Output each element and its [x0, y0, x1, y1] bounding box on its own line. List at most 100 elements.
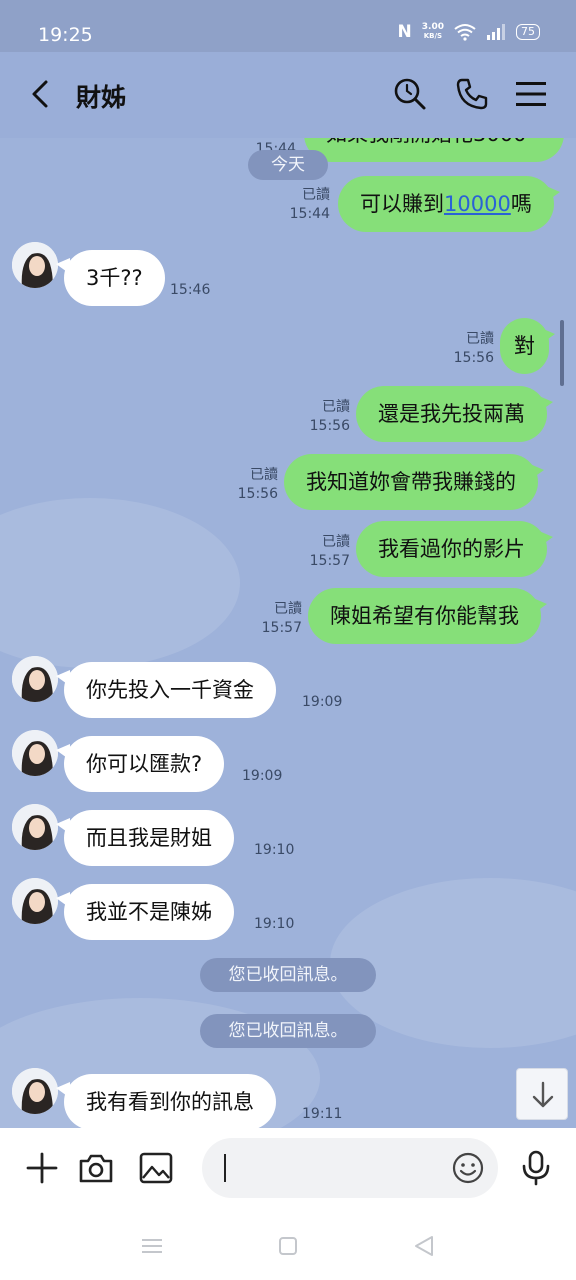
message-input-bar: [0, 1128, 576, 1210]
search-icon[interactable]: [392, 76, 428, 112]
message-text: 我看過你的影片: [378, 537, 525, 561]
battery-indicator: 75: [516, 24, 540, 40]
notice-text: 您已收回訊息。: [228, 965, 348, 985]
status-time: 19:25: [38, 24, 93, 46]
avatar[interactable]: [12, 656, 58, 702]
chat-area[interactable]: 如果我剛開始花3000 15:44 今天 已讀 15:44 可以賺到10000嗎…: [0, 138, 576, 1128]
message-bubble-outgoing[interactable]: 還是我先投兩萬: [356, 386, 553, 442]
unsent-notice: 您已收回訊息。: [200, 1014, 376, 1048]
avatar[interactable]: [12, 804, 58, 850]
status-icons: N 3.00 KB/S 75: [398, 22, 540, 42]
image-icon[interactable]: [136, 1148, 176, 1188]
message-time: 15:56: [237, 486, 278, 502]
unsent-notice: 您已收回訊息。: [200, 958, 376, 992]
notice-text: 您已收回訊息。: [228, 1021, 348, 1041]
avatar-image: [12, 804, 58, 850]
status-bar: 19:25 N 3.00 KB/S 75: [0, 0, 576, 52]
message-text: 我並不是陳姊: [86, 900, 212, 924]
menu-icon[interactable]: [514, 78, 548, 110]
message-bubble-incoming[interactable]: 我並不是陳姊: [56, 884, 234, 940]
read-receipt: 已讀: [466, 331, 494, 347]
message-bubble-outgoing[interactable]: 陳姐希望有你能幫我: [308, 588, 547, 644]
avatar-image: [12, 878, 58, 924]
nav-home-icon[interactable]: [274, 1232, 302, 1260]
read-receipt: 已讀: [250, 467, 278, 483]
signal-icon: [487, 24, 505, 40]
message-text: 對: [514, 334, 535, 358]
nfc-icon: N: [397, 22, 412, 42]
message-text: 陳姐希望有你能幫我: [330, 604, 519, 628]
microphone-icon[interactable]: [516, 1148, 556, 1188]
message-bubble-incoming[interactable]: 而且我是財姐: [56, 810, 234, 866]
message-meta: 已讀 15:44: [262, 186, 330, 224]
message-text: 可以賺到: [360, 192, 444, 216]
chat-header: 財姊: [0, 52, 576, 138]
message-link[interactable]: 10000: [444, 192, 511, 216]
message-input[interactable]: [202, 1138, 498, 1198]
avatar[interactable]: [12, 878, 58, 924]
text-cursor: [224, 1154, 226, 1182]
phone-icon[interactable]: [454, 76, 490, 112]
avatar[interactable]: [12, 730, 58, 776]
message-meta: 已讀 15:56: [280, 398, 350, 436]
chevron-left-icon[interactable]: [26, 74, 56, 114]
read-receipt: 已讀: [274, 601, 302, 617]
system-nav-bar: [0, 1210, 576, 1280]
message-time: 15:46: [170, 282, 211, 298]
speed-value: 3.00: [421, 22, 444, 32]
message-time: 19:10: [254, 916, 295, 932]
message-bubble-outgoing[interactable]: 對: [500, 318, 555, 374]
message-bubble-outgoing[interactable]: 如果我剛開始花3000: [304, 138, 564, 162]
read-receipt: 已讀: [322, 534, 350, 550]
date-label: 今天: [271, 155, 305, 175]
nav-menu-icon[interactable]: [138, 1232, 166, 1260]
message-text: 我有看到你的訊息: [86, 1090, 254, 1114]
arrow-down-icon: [532, 1081, 554, 1108]
message-bubble-incoming[interactable]: 3千??: [56, 250, 165, 306]
message-time: 19:10: [254, 842, 295, 858]
scrollbar[interactable]: [560, 320, 564, 386]
read-receipt: 已讀: [322, 399, 350, 415]
message-text: 而且我是財姐: [86, 826, 212, 850]
message-text: 你先投入一千資金: [86, 678, 254, 702]
background-cloud: [0, 498, 240, 668]
avatar[interactable]: [12, 1068, 58, 1114]
message-time: 15:44: [289, 206, 330, 222]
avatar[interactable]: [12, 242, 58, 288]
message-time: 15:56: [453, 350, 494, 366]
emoji-icon[interactable]: [450, 1150, 486, 1186]
message-bubble-incoming[interactable]: 我有看到你的訊息: [56, 1074, 276, 1128]
message-time: 15:56: [309, 418, 350, 434]
speed-unit: KB/S: [423, 32, 443, 40]
message-meta: 已讀 15:57: [280, 533, 350, 571]
message-time: 15:57: [309, 553, 350, 569]
message-text: 還是我先投兩萬: [378, 402, 525, 426]
avatar-image: [12, 730, 58, 776]
read-receipt: 已讀: [302, 187, 330, 203]
message-bubble-outgoing[interactable]: 我看過你的影片: [356, 521, 553, 577]
message-time: 15:57: [261, 620, 302, 636]
message-bubble-incoming[interactable]: 你可以匯款?: [55, 736, 225, 792]
camera-icon[interactable]: [76, 1148, 116, 1188]
avatar-image: [12, 242, 58, 288]
avatar-image: [12, 656, 58, 702]
plus-icon[interactable]: [22, 1148, 62, 1188]
message-bubble-outgoing[interactable]: 可以賺到10000嗎: [338, 176, 560, 232]
message-meta: 已讀 15:57: [232, 600, 302, 638]
scroll-to-bottom-button[interactable]: [516, 1068, 568, 1120]
chat-title: 財姊: [76, 83, 127, 112]
message-text: 如果我剛開始花3000: [326, 138, 526, 146]
message-text: 嗎: [510, 192, 532, 216]
avatar-image: [12, 1068, 58, 1114]
message-time: 19:09: [302, 694, 343, 710]
message-text: 3千??: [86, 266, 143, 290]
message-meta: 已讀 15:56: [424, 330, 494, 368]
message-time: 19:11: [302, 1106, 343, 1122]
nav-back-icon[interactable]: [410, 1232, 438, 1260]
message-text: 你可以匯款?: [86, 752, 203, 776]
date-divider: 今天: [248, 150, 328, 180]
message-bubble-outgoing[interactable]: 我知道妳會帶我賺錢的: [284, 454, 544, 510]
message-text: 我知道妳會帶我賺錢的: [306, 470, 516, 494]
message-bubble-incoming[interactable]: 你先投入一千資金: [56, 662, 276, 718]
message-time: 19:09: [242, 768, 283, 784]
